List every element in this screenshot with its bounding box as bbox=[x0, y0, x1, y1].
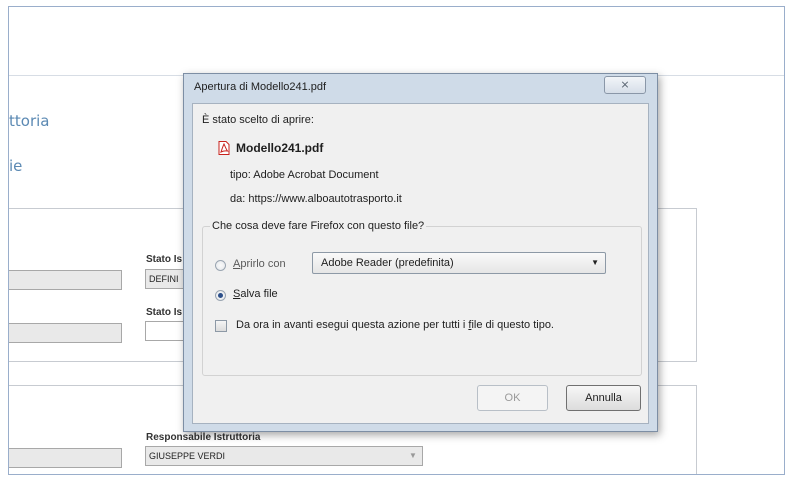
save-file-label[interactable]: Salva file bbox=[233, 288, 278, 300]
left-field-2[interactable] bbox=[9, 323, 122, 343]
left-field-3[interactable] bbox=[9, 448, 122, 468]
cancel-button[interactable]: Annulla bbox=[566, 385, 641, 411]
open-with-radio[interactable] bbox=[215, 260, 226, 271]
app-select[interactable]: Adobe Reader (predefinita) ▼ bbox=[312, 252, 606, 274]
page-title: ttoria bbox=[9, 112, 50, 130]
close-icon: ⨯ bbox=[620, 78, 630, 91]
ok-button[interactable]: OK bbox=[477, 385, 548, 411]
responsabile-label: Responsabile Istruttoria bbox=[146, 432, 261, 443]
responsabile-value: GIUSEPPE VERDI bbox=[149, 451, 226, 461]
chevron-down-icon: ▼ bbox=[591, 258, 599, 267]
stato-label-2: Stato Is bbox=[146, 307, 183, 318]
pdf-file-icon bbox=[218, 141, 230, 155]
download-dialog: Apertura di Modello241.pdf ⨯ È stato sce… bbox=[183, 73, 658, 432]
responsabile-select[interactable]: GIUSEPPE VERDI ▼ bbox=[145, 446, 423, 466]
page-subtitle: ie bbox=[9, 157, 23, 175]
stato-label-1: Stato Is bbox=[146, 254, 183, 265]
remember-label[interactable]: Da ora in avanti esegui questa azione pe… bbox=[236, 319, 554, 331]
remember-checkbox[interactable] bbox=[215, 320, 227, 332]
action-question: Che cosa deve fare Firefox con questo fi… bbox=[210, 220, 427, 232]
open-with-label[interactable]: Aprirlo con bbox=[233, 258, 286, 270]
close-button[interactable]: ⨯ bbox=[604, 76, 646, 94]
file-source: da: https://www.alboautotrasporto.it bbox=[230, 193, 402, 205]
app-select-value: Adobe Reader (predefinita) bbox=[321, 257, 454, 269]
action-group bbox=[202, 226, 642, 376]
dialog-body: È stato scelto di aprire: Modello241.pdf… bbox=[192, 103, 649, 424]
save-file-radio[interactable] bbox=[215, 290, 226, 301]
chevron-down-icon: ▼ bbox=[409, 451, 417, 460]
file-name: Modello241.pdf bbox=[236, 141, 324, 155]
dialog-title: Apertura di Modello241.pdf bbox=[194, 81, 327, 93]
chosen-label: È stato scelto di aprire: bbox=[202, 114, 314, 126]
left-field-1[interactable] bbox=[9, 270, 122, 290]
file-type: tipo: Adobe Acrobat Document bbox=[230, 169, 379, 181]
